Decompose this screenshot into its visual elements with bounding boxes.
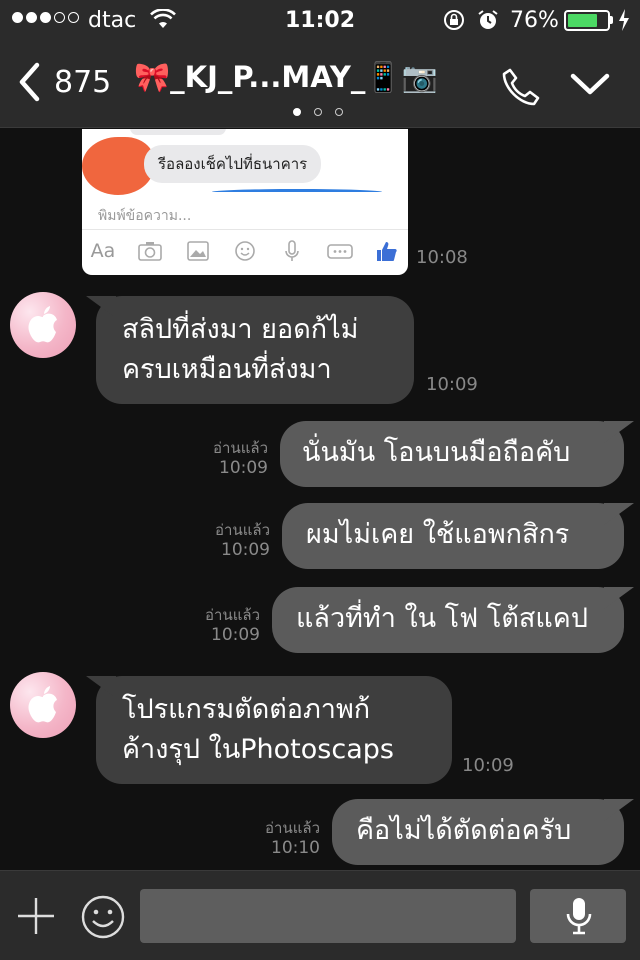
read-label: อ่านแล้ว — [215, 521, 270, 539]
message-time: 10:09 — [211, 625, 260, 645]
incoming-message[interactable]: โปรแกรมตัดต่อภาพก้ ค้างรุป ในPhotoscaps — [96, 676, 452, 784]
read-label: อ่านแล้ว — [205, 606, 260, 624]
message-time: 10:09 — [221, 540, 270, 560]
page-dot — [314, 108, 322, 116]
page-dot — [335, 108, 343, 116]
outgoing-message[interactable]: นั่นมัน โอนบนมือถือคับ — [280, 421, 624, 487]
message-time: 10:09 — [462, 755, 514, 776]
emoji-icon[interactable] — [80, 894, 126, 940]
emoji-icon — [235, 241, 255, 261]
like-icon — [376, 242, 397, 261]
outgoing-message[interactable]: คือไม่ได้ตัดต่อครับ — [332, 799, 624, 865]
read-receipt: อ่านแล้ว 10:09 — [198, 438, 268, 478]
microphone-icon — [566, 898, 592, 935]
outgoing-message[interactable]: ผมไม่เคย ใช้แอพกสิกร — [282, 503, 624, 569]
message-line: สลิปที่ส่งมา ยอดก้ไม่ — [122, 314, 359, 345]
status-bar: dtac 11:02 76% — [0, 0, 640, 42]
chevron-down-icon[interactable] — [568, 68, 612, 100]
page-dot — [293, 108, 301, 116]
read-label: อ่านแล้ว — [213, 439, 268, 457]
contact-avatar[interactable] — [10, 672, 76, 738]
chat-header: 875 🎀_KJ_P...MAY_📱📷 — [0, 42, 640, 128]
read-label: อ่านแล้ว — [265, 819, 320, 837]
battery-icon — [564, 10, 610, 31]
battery-percentage: 76% — [510, 8, 559, 33]
chat-thread[interactable]: รีอลองเช็คไปที่ธนาคาร พิมพ์ข้อความ... Aa… — [0, 129, 640, 870]
back-chevron-icon — [19, 62, 40, 102]
image-message[interactable]: รีอลองเช็คไปที่ธนาคาร พิมพ์ข้อความ... Aa — [82, 129, 408, 275]
screenshot-bubble: รีอลองเช็คไปที่ธนาคาร — [144, 145, 322, 183]
screenshot-input-placeholder: พิมพ์ข้อความ... — [98, 208, 192, 224]
charging-icon — [619, 9, 629, 31]
message-line: โปรแกรมตัดต่อภาพก้ — [122, 694, 371, 725]
apple-logo-icon — [28, 686, 57, 723]
unread-count: 875 — [54, 64, 112, 100]
alarm-icon — [478, 10, 498, 29]
orientation-lock-icon — [444, 10, 464, 30]
camera-icon — [138, 242, 163, 261]
read-receipt: อ่านแล้ว 10:10 — [250, 818, 320, 858]
gallery-icon — [186, 241, 209, 261]
chat-title[interactable]: 🎀_KJ_P...MAY_📱📷 — [134, 60, 438, 95]
message-composer — [0, 870, 640, 960]
outgoing-message[interactable]: แล้วที่ทำ ใน โฟ โต้สแคป — [272, 587, 624, 653]
message-time: 10:09 — [426, 374, 478, 395]
contact-avatar[interactable] — [10, 292, 76, 358]
message-time: 10:10 — [271, 838, 320, 858]
read-receipt: อ่านแล้ว 10:09 — [190, 605, 260, 645]
read-receipt: อ่านแล้ว 10:09 — [200, 520, 270, 560]
message-time: 10:08 — [416, 247, 468, 268]
mic-icon — [285, 240, 300, 261]
more-icon — [326, 244, 353, 259]
back-button[interactable]: 875 — [18, 62, 111, 102]
message-line: ค้างรุป ในPhotoscaps — [122, 734, 394, 765]
phone-icon[interactable] — [500, 66, 542, 108]
plus-icon[interactable] — [16, 896, 56, 936]
incoming-message[interactable]: สลิปที่ส่งมา ยอดก้ไม่ ครบเหมือนที่ส่งมา — [96, 296, 414, 404]
apple-logo-icon — [28, 306, 57, 343]
page-indicator — [293, 108, 343, 116]
screenshot-toolbar: Aa — [90, 239, 400, 263]
message-time: 10:09 — [219, 458, 268, 478]
message-line: ครบเหมือนที่ส่งมา — [122, 354, 332, 385]
text-format-label: Aa — [90, 240, 116, 262]
message-input[interactable] — [140, 889, 516, 943]
microphone-button[interactable] — [530, 889, 626, 943]
